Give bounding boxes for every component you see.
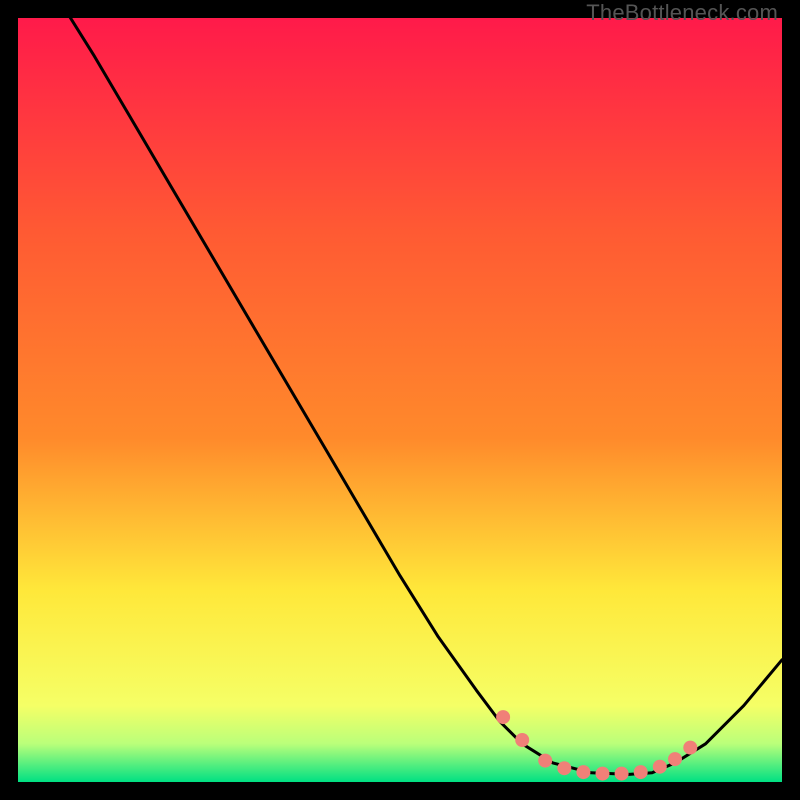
marker-dot: [576, 765, 590, 779]
marker-dot: [668, 752, 682, 766]
marker-dot: [596, 767, 610, 781]
marker-dot: [615, 767, 629, 781]
marker-dot: [538, 754, 552, 768]
chart-frame: [18, 18, 782, 782]
watermark-text: TheBottleneck.com: [586, 0, 778, 26]
marker-dot: [496, 710, 510, 724]
marker-dot: [653, 760, 667, 774]
marker-dot: [683, 741, 697, 755]
marker-dot: [634, 765, 648, 779]
bottleneck-chart: [18, 18, 782, 782]
gradient-background: [18, 18, 782, 782]
marker-dot: [515, 733, 529, 747]
marker-dot: [557, 761, 571, 775]
